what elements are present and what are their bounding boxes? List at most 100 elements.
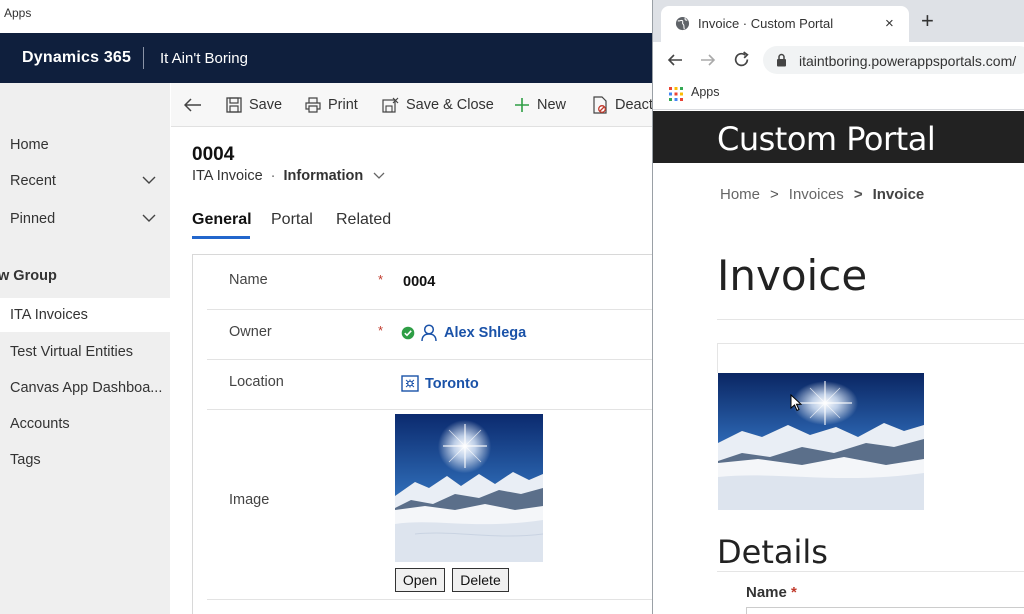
record-subtitle: ITA Invoice · Information	[192, 168, 385, 184]
sidebar-item-recent[interactable]: Recent	[0, 164, 170, 198]
save-close-icon	[382, 97, 399, 113]
sidebar-item-label: Tags	[10, 452, 41, 468]
deactivate-icon	[593, 96, 607, 114]
entity-icon	[401, 375, 419, 392]
subtitle-separator: ·	[270, 168, 276, 184]
entity-name: ITA Invoice	[192, 168, 263, 184]
new-tab-button[interactable]: +	[921, 10, 934, 32]
field-label: Name	[229, 272, 268, 288]
browser-tab[interactable]: Invoice · Custom Portal ×	[661, 6, 909, 42]
name-field[interactable]: 0004	[403, 274, 435, 290]
deactivate-button[interactable]: Deact	[592, 94, 653, 116]
breadcrumb-invoices[interactable]: Invoices	[789, 186, 844, 203]
name-label-text: Name	[746, 584, 787, 601]
name-input[interactable]	[746, 607, 1024, 614]
name-label: Name *	[746, 584, 797, 601]
field-label: Owner	[229, 324, 272, 340]
field-label: Location	[229, 374, 284, 390]
sitemap-sidebar: Home Recent Pinned w Group ITA Invoices …	[0, 83, 170, 614]
location-value[interactable]: Toronto	[425, 376, 479, 392]
divider	[717, 319, 1024, 320]
presence-available-icon	[401, 326, 415, 340]
bookmark-apps[interactable]: Apps	[691, 85, 720, 99]
back-button[interactable]	[184, 94, 209, 116]
save-button[interactable]: Save	[226, 94, 282, 116]
portal-navbar: Custom Portal	[653, 111, 1024, 163]
print-icon	[305, 97, 321, 113]
tab-related[interactable]: Related	[336, 211, 391, 229]
delete-image-button[interactable]: Delete	[452, 568, 509, 592]
page-title: Invoice	[717, 251, 868, 300]
owner-lookup[interactable]: Alex Shlega	[401, 324, 526, 342]
user-icon	[421, 324, 437, 342]
tab-general[interactable]: General	[192, 211, 252, 229]
details-heading: Details	[717, 533, 828, 571]
browser-window: Invoice · Custom Portal × + itaintboring…	[652, 0, 1024, 614]
print-label: Print	[328, 97, 358, 113]
mountain-snow-image	[395, 414, 543, 562]
tab-title: Invoice · Custom Portal	[698, 16, 834, 31]
address-bar[interactable]: itaintboring.powerappsportals.com/	[763, 46, 1024, 74]
active-tab-indicator	[192, 236, 250, 239]
record-image	[395, 414, 543, 562]
required-indicator: *	[378, 272, 384, 287]
sidebar-item-label: Canvas App Dashboa...	[10, 380, 163, 396]
mountain-snow-image	[718, 373, 924, 510]
plus-icon	[515, 98, 529, 112]
breadcrumb-separator: >	[770, 186, 779, 203]
window-titlebar: Apps	[0, 0, 652, 33]
sidebar-item-pinned[interactable]: Pinned	[0, 202, 170, 236]
sidebar-item-accounts[interactable]: Accounts	[0, 407, 170, 441]
new-button[interactable]: New	[514, 94, 566, 116]
sidebar-group-header: w Group	[0, 268, 57, 284]
save-icon	[226, 97, 242, 113]
lock-icon[interactable]	[776, 53, 787, 67]
divider	[717, 571, 1024, 572]
sidebar-item-label: Home	[10, 137, 49, 153]
location-lookup[interactable]: Toronto	[401, 375, 479, 392]
sidebar-item-tags[interactable]: Tags	[0, 443, 170, 477]
sidebar-item-home[interactable]: Home	[0, 128, 170, 162]
globe-icon	[675, 16, 690, 31]
deactivate-label: Deact	[615, 97, 653, 113]
sidebar-item-label: ITA Invoices	[10, 307, 88, 323]
app-name[interactable]: It Ain't Boring	[160, 50, 248, 67]
open-image-button[interactable]: Open	[395, 568, 445, 592]
app-header: Dynamics 365 It Ain't Boring	[0, 33, 652, 83]
save-and-close-button[interactable]: Save & Close	[382, 94, 494, 116]
breadcrumb-current: Invoice	[872, 186, 925, 203]
owner-value[interactable]: Alex Shlega	[444, 325, 526, 341]
portal-site-title[interactable]: Custom Portal	[717, 120, 936, 158]
sidebar-item-ita-invoices[interactable]: ITA Invoices	[0, 298, 170, 332]
sidebar-item-canvas-app-dashboard[interactable]: Canvas App Dashboa...	[0, 371, 170, 405]
breadcrumb-home[interactable]: Home	[720, 186, 760, 203]
back-arrow-icon[interactable]	[667, 52, 683, 68]
sidebar-item-test-virtual-entities[interactable]: Test Virtual Entities	[0, 335, 170, 369]
bookmarks-bar: Apps	[653, 78, 1024, 110]
tab-portal[interactable]: Portal	[271, 211, 313, 229]
breadcrumb: Home > Invoices > Invoice	[720, 186, 924, 203]
tab-strip: Invoice · Custom Portal × +	[653, 0, 1024, 42]
forward-arrow-icon[interactable]	[700, 52, 716, 68]
field-row-location: Location Toronto	[207, 360, 653, 410]
product-name[interactable]: Dynamics 365	[22, 49, 131, 67]
apps-grid-icon[interactable]	[669, 87, 683, 101]
arrow-left-icon	[184, 98, 201, 112]
chevron-down-icon	[142, 176, 156, 184]
form-selector-label: Information	[283, 168, 364, 184]
print-button[interactable]: Print	[305, 94, 358, 116]
titlebar-text: Apps	[4, 6, 32, 20]
reload-icon[interactable]	[733, 51, 750, 68]
tab-close-button[interactable]: ×	[885, 15, 894, 32]
sidebar-item-label: Accounts	[10, 416, 70, 432]
field-label: Image	[229, 492, 270, 508]
url-text[interactable]: itaintboring.powerappsportals.com/	[799, 53, 1016, 69]
breadcrumb-separator: >	[853, 186, 863, 203]
form-selector[interactable]: Information	[284, 168, 386, 184]
new-label: New	[537, 97, 567, 113]
field-row-owner: Owner * Alex Shlega	[207, 310, 653, 360]
required-indicator: *	[378, 323, 384, 338]
chevron-down-icon	[142, 214, 156, 222]
command-bar: Save Print Save & Close New Deact	[171, 83, 653, 127]
sidebar-item-label: Pinned	[10, 211, 56, 227]
